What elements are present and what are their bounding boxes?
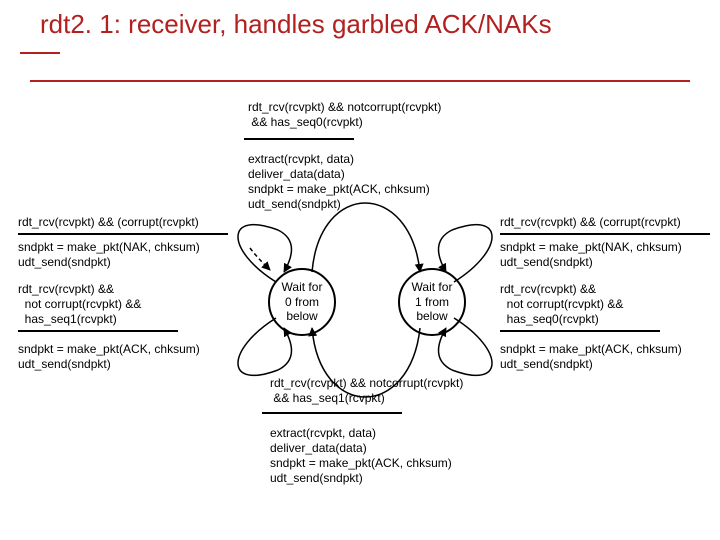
left-seq1-rule bbox=[18, 330, 178, 332]
title-underline bbox=[30, 80, 690, 82]
left-corrupt-rule bbox=[18, 233, 228, 235]
bottom-event: rdt_rcv(rcvpkt) && notcorrupt(rcvpkt) &&… bbox=[270, 376, 463, 406]
state-wait-1-label: Wait for 1 from below bbox=[412, 280, 453, 323]
state-wait-0-label: Wait for 0 from below bbox=[282, 280, 323, 323]
right-corrupt-rule bbox=[500, 233, 710, 235]
state-wait-1: Wait for 1 from below bbox=[398, 268, 466, 336]
right-seq0-action: sndpkt = make_pkt(ACK, chksum) udt_send(… bbox=[500, 342, 682, 372]
left-corrupt-action: sndpkt = make_pkt(NAK, chksum) udt_send(… bbox=[18, 240, 200, 270]
right-seq0-event: rdt_rcv(rcvpkt) && not corrupt(rcvpkt) &… bbox=[500, 282, 623, 327]
slide-title: rdt2. 1: receiver, handles garbled ACK/N… bbox=[40, 10, 552, 40]
left-corrupt-event: rdt_rcv(rcvpkt) && (corrupt(rcvpkt) bbox=[18, 215, 199, 230]
left-seq1-action: sndpkt = make_pkt(ACK, chksum) udt_send(… bbox=[18, 342, 200, 372]
right-corrupt-action: sndpkt = make_pkt(NAK, chksum) udt_send(… bbox=[500, 240, 682, 270]
top-action: extract(rcvpkt, data) deliver_data(data)… bbox=[248, 152, 430, 212]
left-seq1-event: rdt_rcv(rcvpkt) && not corrupt(rcvpkt) &… bbox=[18, 282, 141, 327]
top-event-rule bbox=[244, 138, 354, 140]
state-wait-0: Wait for 0 from below bbox=[268, 268, 336, 336]
bottom-event-rule bbox=[262, 412, 402, 414]
decorative-rule bbox=[20, 52, 60, 54]
top-event: rdt_rcv(rcvpkt) && notcorrupt(rcvpkt) &&… bbox=[248, 100, 441, 130]
bottom-action: extract(rcvpkt, data) deliver_data(data)… bbox=[270, 426, 452, 486]
right-corrupt-event: rdt_rcv(rcvpkt) && (corrupt(rcvpkt) bbox=[500, 215, 681, 230]
right-seq0-rule bbox=[500, 330, 660, 332]
